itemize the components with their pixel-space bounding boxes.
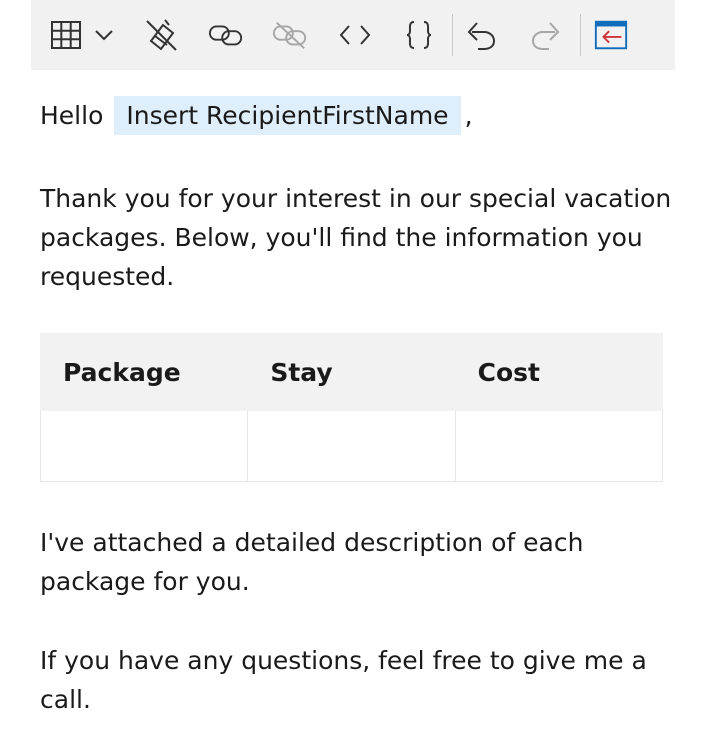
email-template-editor: Hello Insert RecipientFirstName , Thank … <box>0 0 712 730</box>
column-header-package[interactable]: Package <box>39 333 249 411</box>
redo-icon <box>531 22 560 50</box>
chevron-down-icon <box>95 30 113 41</box>
unlink-icon <box>272 21 307 49</box>
table-header-row: Package Stay Cost <box>39 333 664 411</box>
insert-placeholder-button[interactable] <box>401 17 437 53</box>
undo-icon <box>467 22 496 50</box>
braces-icon <box>406 21 432 49</box>
remove-link-button[interactable] <box>272 17 308 53</box>
greeting-line: Hello Insert RecipientFirstName , <box>40 94 473 136</box>
column-header-stay[interactable]: Stay <box>247 333 456 411</box>
link-icon <box>208 25 243 46</box>
table-options-dropdown[interactable] <box>89 17 119 53</box>
table-cell-stay[interactable] <box>247 410 456 482</box>
editor-toolbar <box>31 0 675 70</box>
paragraph-line: call. <box>40 685 91 714</box>
insert-field-icon <box>594 20 628 50</box>
paragraph-line: I've attached a detailed description of … <box>40 528 584 557</box>
table-cell-package[interactable] <box>39 410 249 482</box>
closing-paragraph: If you have any questions, feel free to … <box>40 641 647 719</box>
toolbar-divider <box>580 14 581 56</box>
undo-button[interactable] <box>464 17 500 53</box>
attachment-paragraph: I've attached a detailed description of … <box>40 523 583 601</box>
paragraph-line: package for you. <box>40 567 250 596</box>
paragraph-line: packages. Below, you'll find the informa… <box>40 223 643 252</box>
package-table: Package Stay Cost <box>39 333 664 482</box>
clear-formatting-icon <box>146 19 177 51</box>
insert-table-button[interactable] <box>48 17 84 53</box>
paragraph-line: requested. <box>40 262 175 291</box>
code-view-icon <box>339 25 371 45</box>
recipient-first-name-token[interactable]: Insert RecipientFirstName <box>114 95 461 135</box>
clear-formatting-button[interactable] <box>143 17 179 53</box>
table-icon <box>51 21 81 49</box>
code-view-button[interactable] <box>337 17 373 53</box>
table-row <box>39 410 664 482</box>
toolbar-divider <box>452 14 453 56</box>
insert-link-button[interactable] <box>208 17 244 53</box>
paragraph-line: If you have any questions, feel free to … <box>40 646 647 675</box>
redo-button[interactable] <box>527 17 563 53</box>
paragraph-line: Thank you for your interest in our speci… <box>40 184 672 213</box>
greeting-word: Hello <box>40 100 104 130</box>
table-cell-cost[interactable] <box>454 410 664 482</box>
column-header-cost[interactable]: Cost <box>454 333 664 411</box>
intro-paragraph: Thank you for your interest in our speci… <box>40 179 671 296</box>
insert-field-button[interactable] <box>593 17 629 53</box>
greeting-comma: , <box>464 100 473 130</box>
